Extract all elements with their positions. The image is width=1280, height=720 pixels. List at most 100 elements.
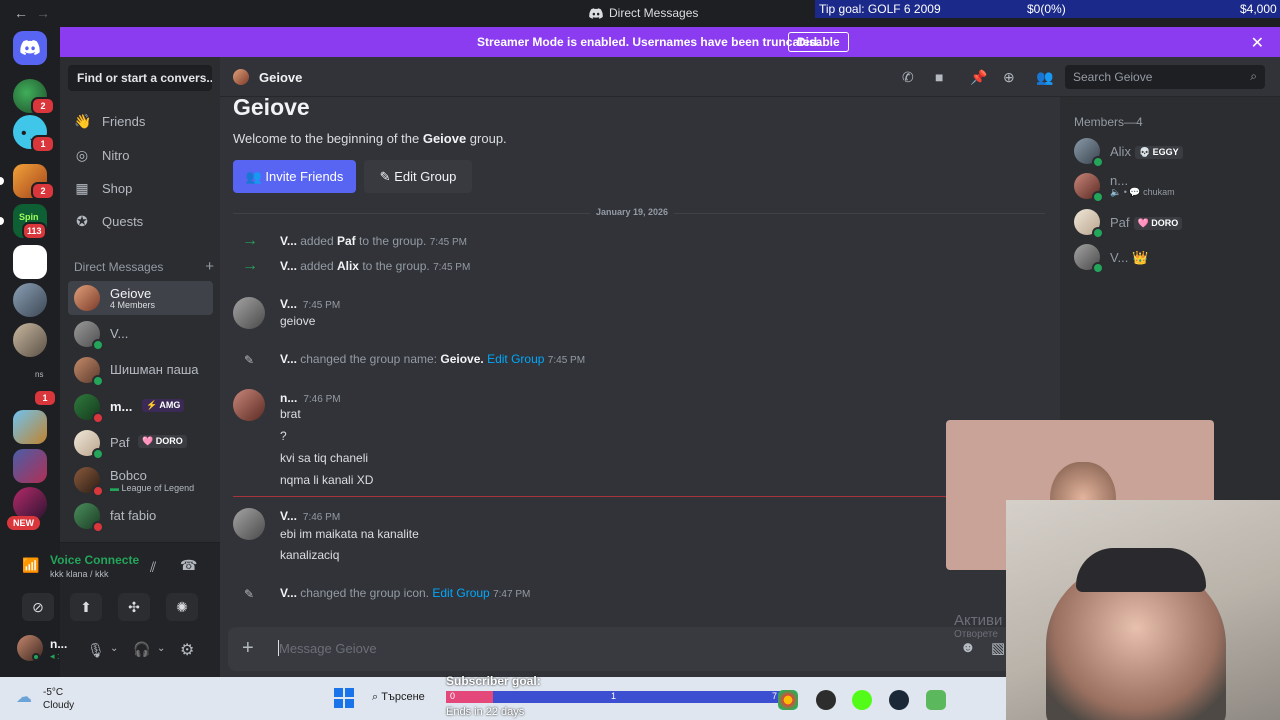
add-attachment-icon[interactable]: +	[242, 637, 254, 660]
nitro-icon: ◎	[75, 146, 89, 163]
actor[interactable]: V...	[280, 352, 297, 366]
dm-item[interactable]: fat fabio	[68, 499, 213, 533]
dm-name: Bobco	[110, 468, 147, 483]
edit-group-button[interactable]: ✎ Edit Group	[364, 160, 472, 193]
member-item[interactable]: V... 👑	[1074, 244, 1274, 274]
add-friend-icon[interactable]: ⊕	[1003, 69, 1015, 86]
forward-button[interactable]: →	[36, 5, 50, 21]
activities-button[interactable]: ✣	[118, 593, 150, 621]
noise-suppression-icon[interactable]: ⫽	[150, 559, 156, 576]
dm-section-header: Direct Messages +	[74, 258, 214, 275]
chrome-icon[interactable]	[778, 690, 798, 710]
system-message: V... added Alix to the group. 7:45 PM	[280, 259, 470, 273]
message-line: brat	[280, 407, 301, 421]
status-online-icon	[32, 653, 40, 661]
server-icon[interactable]	[13, 323, 47, 357]
nav-nitro[interactable]: ◎ Nitro	[74, 141, 130, 169]
windows-start-icon[interactable]	[334, 688, 354, 708]
create-dm-button[interactable]: +	[205, 258, 214, 275]
edit-group-link[interactable]: Edit Group	[432, 586, 489, 600]
server-icon[interactable]	[13, 283, 47, 317]
system-message: V... changed the group icon. Edit Group …	[280, 586, 530, 600]
avatar[interactable]	[233, 297, 265, 329]
server-icon[interactable]	[13, 245, 47, 279]
gear-icon[interactable]: ⚙	[180, 640, 194, 660]
find-conversation-input[interactable]: Find or start a convers...	[68, 65, 212, 91]
kick-icon[interactable]	[852, 690, 872, 710]
back-button[interactable]: ←	[14, 5, 28, 21]
headphones-icon[interactable]: 🎧	[133, 641, 150, 658]
member-item[interactable]: n... 🔈 • 💬 chukam	[1074, 173, 1274, 203]
webcam-overlay	[1006, 500, 1280, 720]
dm-item-geiove[interactable]: Geiove 4 Members	[68, 281, 213, 315]
invite-friends-button[interactable]: 👥 Invite Friends	[233, 160, 356, 193]
edit-group-link[interactable]: Edit Group	[487, 352, 544, 366]
emoji-icon[interactable]: ☻	[960, 639, 976, 656]
call-icon[interactable]: ✆	[902, 69, 914, 86]
actor[interactable]: V...	[280, 586, 297, 600]
member-item[interactable]: Alix 💀 EGGY	[1074, 138, 1274, 168]
disable-button[interactable]: Disable	[788, 32, 849, 52]
screenshare-button[interactable]: ⬆	[70, 593, 102, 621]
image-icon[interactable]: ▧	[991, 639, 1005, 657]
members-icon[interactable]: 👥	[1036, 69, 1053, 86]
streamer-mode-banner: Streamer Mode is enabled. Usernames have…	[60, 27, 1280, 57]
actor[interactable]: V...	[280, 234, 297, 248]
nav-quests[interactable]: ✪ Quests	[74, 207, 143, 235]
soundboard-button[interactable]: ✺	[166, 593, 198, 621]
signal-icon: 📶	[22, 557, 40, 573]
dm-name: Paf	[110, 435, 130, 450]
user-name[interactable]: n...	[50, 637, 67, 651]
taskbar-search[interactable]: ⌕ Търсене	[366, 686, 446, 710]
server-icon[interactable]	[13, 410, 47, 444]
steam-icon[interactable]	[889, 690, 909, 710]
pin-icon[interactable]: 📌	[970, 69, 987, 86]
dm-item[interactable]: Шишман паша	[68, 353, 213, 387]
user-status: ◂ :	[50, 651, 60, 661]
target[interactable]: Paf	[337, 234, 356, 248]
message-input-placeholder[interactable]: Message Geiove	[279, 641, 377, 656]
utorrent-icon[interactable]	[926, 690, 946, 710]
actor[interactable]: V...	[280, 259, 297, 273]
camera-button[interactable]: ⊘	[22, 593, 54, 621]
nav-shop[interactable]: ▦ Shop	[74, 174, 132, 202]
video-icon[interactable]: ■	[935, 69, 943, 85]
chevron-down-icon[interactable]: ⌄	[157, 643, 165, 654]
dm-item[interactable]: m... ⚡ AMG	[68, 390, 213, 424]
status-dnd-icon	[92, 521, 104, 533]
voice-channel[interactable]: kkk klana / kkk	[50, 569, 109, 579]
avatar[interactable]	[233, 508, 265, 540]
invite-friends-label: Invite Friends	[265, 169, 344, 184]
server-icon[interactable]: ns	[13, 359, 47, 393]
weather-temp[interactable]: -5°C	[43, 687, 63, 698]
author-name[interactable]: V...	[280, 297, 297, 311]
server-icon[interactable]	[13, 449, 47, 483]
chevron-down-icon[interactable]: ⌄	[110, 643, 118, 654]
dm-item[interactable]: Paf 🩷 DORO	[68, 426, 213, 460]
author-name[interactable]: V...	[280, 509, 297, 523]
timestamp: 7:46 PM	[302, 512, 341, 523]
weather-desc[interactable]: Cloudy	[43, 700, 74, 711]
add-user-icon: 👥	[245, 169, 262, 184]
status-online-icon	[92, 375, 104, 387]
avatar[interactable]	[233, 389, 265, 421]
message-composer[interactable]: + Message Geiove ☻ ▧	[228, 627, 1038, 671]
home-button[interactable]	[13, 31, 47, 65]
dm-name: V...	[110, 326, 129, 341]
app-icon[interactable]	[816, 690, 836, 710]
dm-item[interactable]: Bobco ▬ League of Legend	[68, 463, 213, 497]
target[interactable]: Alix	[337, 259, 359, 273]
close-icon[interactable]: ✕	[1251, 33, 1264, 53]
weather-cloud-icon: ☁	[16, 689, 32, 706]
search-input[interactable]: Search Geiove ⌕	[1065, 65, 1265, 89]
voice-status[interactable]: Voice Connecte	[50, 553, 139, 567]
author-name[interactable]: n...	[280, 391, 297, 405]
disconnect-icon[interactable]: ☎	[180, 557, 197, 574]
banner-text: Streamer Mode is enabled. Usernames have…	[477, 35, 821, 49]
microphone-icon[interactable]: 🎙	[87, 642, 105, 659]
message-line: ?	[280, 429, 287, 443]
nav-friends[interactable]: 👋 Friends	[74, 107, 145, 135]
mention-badge: 113	[22, 222, 47, 240]
member-item[interactable]: Paf 🩷 DORO	[1074, 209, 1274, 239]
dm-item[interactable]: V...	[68, 317, 213, 351]
